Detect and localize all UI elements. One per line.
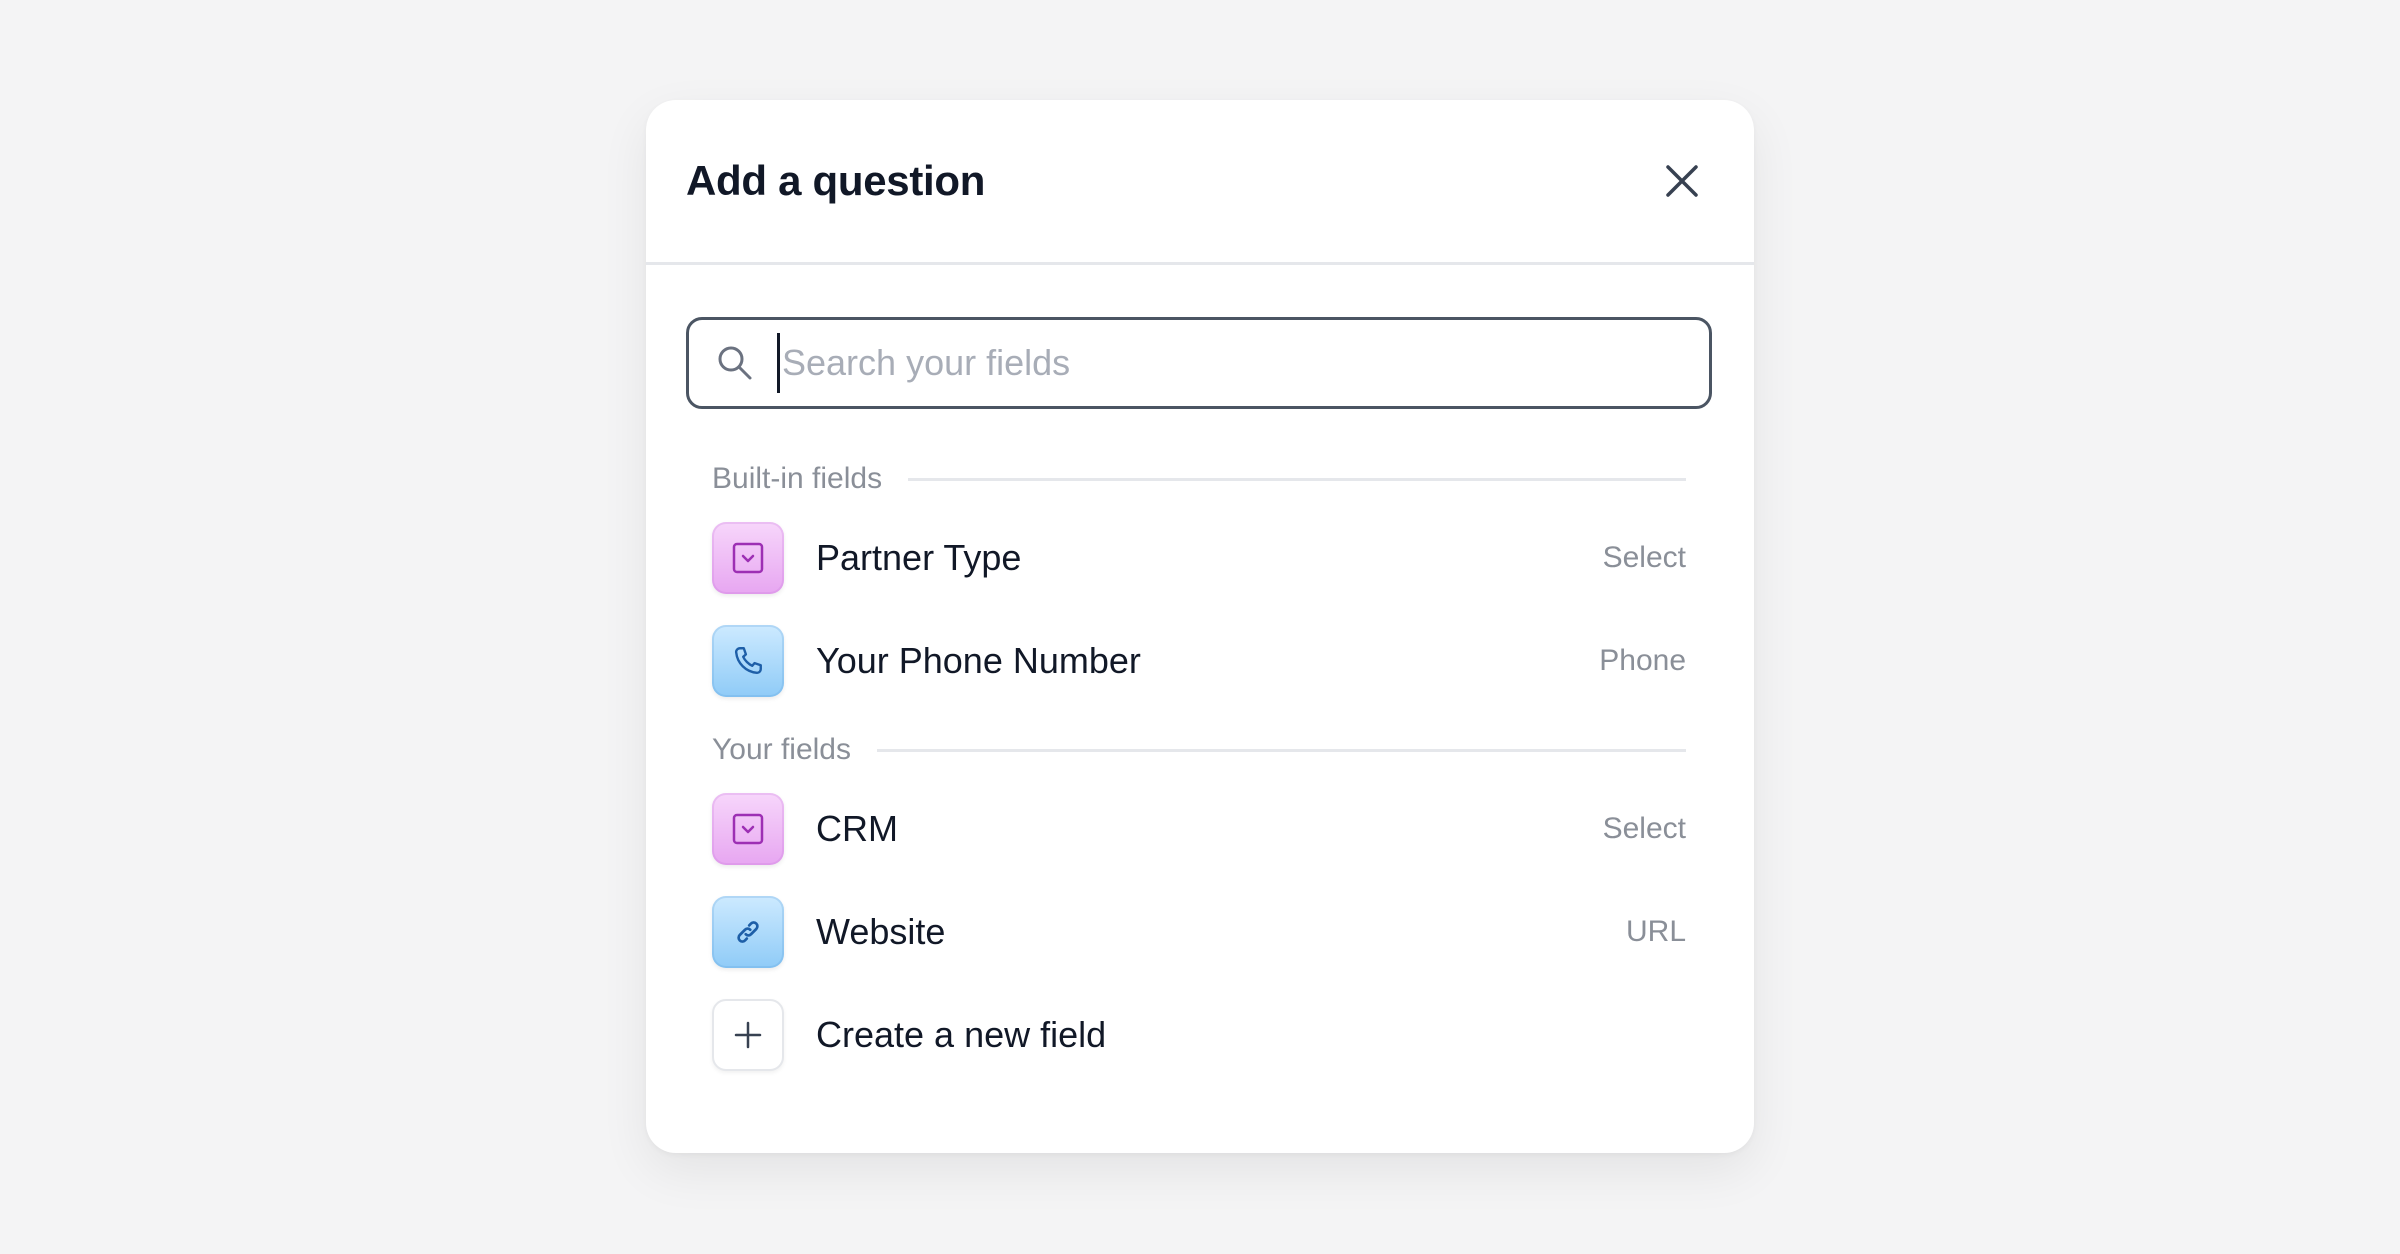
modal-header: Add a question — [646, 100, 1754, 265]
field-name: Partner Type — [816, 536, 1022, 578]
search-input[interactable] — [777, 333, 1709, 393]
modal-title: Add a question — [686, 157, 986, 204]
section-header-builtin: Built-in fields — [712, 459, 1686, 499]
plus-icon — [712, 998, 784, 1071]
section-label: Your fields — [712, 733, 851, 766]
close-icon — [1666, 165, 1698, 197]
your-fields-section: Your fields CRM Select Website URL Creat… — [712, 730, 1686, 1086]
create-field-label: Create a new field — [816, 1013, 1107, 1055]
search-box[interactable] — [686, 317, 1712, 409]
create-new-field-button[interactable]: Create a new field — [712, 983, 1686, 1086]
phone-icon — [712, 624, 784, 697]
field-type: URL — [1625, 914, 1686, 948]
select-dropdown-icon — [712, 792, 784, 865]
field-type: Select — [1602, 540, 1686, 574]
search-icon — [715, 343, 755, 383]
close-button[interactable] — [1654, 153, 1710, 209]
section-divider — [876, 748, 1686, 752]
field-type: Phone — [1599, 643, 1686, 677]
section-label: Built-in fields — [712, 462, 883, 495]
field-row-crm[interactable]: CRM Select — [712, 777, 1686, 880]
builtin-fields-section: Built-in fields Partner Type Select Your… — [712, 459, 1686, 712]
select-dropdown-icon — [712, 521, 784, 594]
section-header-yours: Your fields — [712, 730, 1686, 770]
field-name: CRM — [816, 807, 898, 849]
field-name: Website — [816, 910, 946, 952]
field-row-website[interactable]: Website URL — [712, 880, 1686, 983]
section-divider — [908, 477, 1686, 481]
field-row-phone-number[interactable]: Your Phone Number Phone — [712, 609, 1686, 712]
field-name: Your Phone Number — [816, 639, 1141, 681]
modal-body: Built-in fields Partner Type Select — [646, 265, 1754, 1086]
field-type: Select — [1602, 811, 1686, 845]
field-row-partner-type[interactable]: Partner Type Select — [712, 506, 1686, 609]
link-icon — [712, 895, 784, 968]
add-question-modal: Add a question Built-in fields — [646, 100, 1754, 1153]
